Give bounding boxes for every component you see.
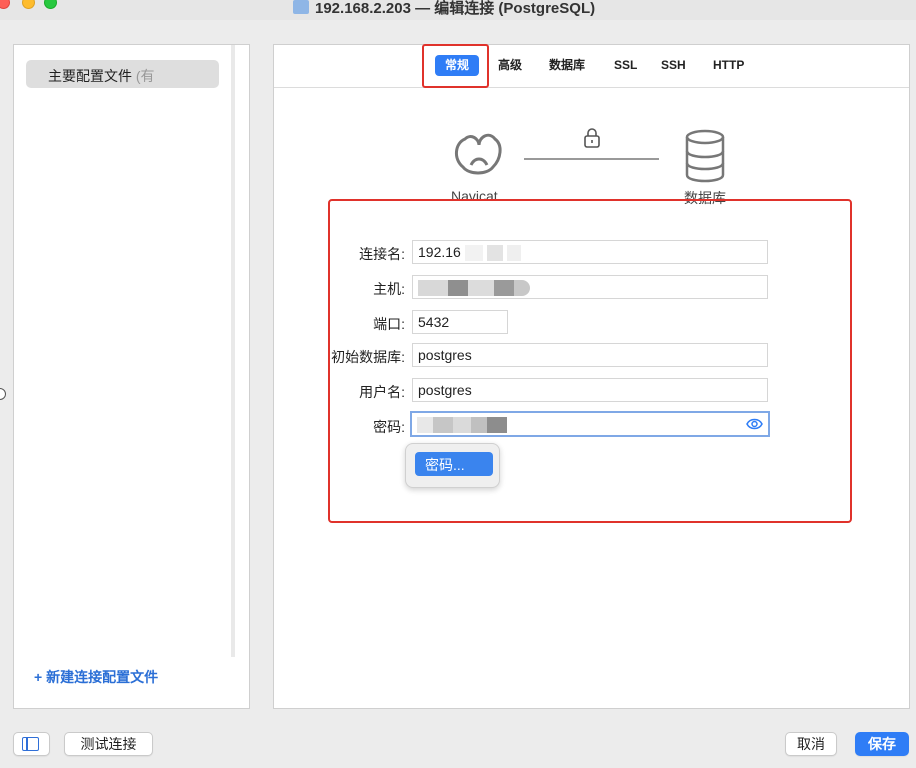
tab-http[interactable]: HTTP bbox=[713, 55, 744, 76]
connection-line bbox=[524, 158, 659, 160]
tab-annotation-box bbox=[422, 44, 489, 88]
sidebar-item-main-profile[interactable]: 主要配置文件 (有 bbox=[26, 60, 219, 88]
test-connection-button[interactable]: 测试连接 bbox=[64, 732, 153, 756]
zoom-window-button[interactable] bbox=[44, 0, 57, 9]
profile-item-label: 主要配置文件 bbox=[48, 68, 132, 84]
postgresql-icon bbox=[293, 0, 309, 14]
minimize-window-button[interactable] bbox=[22, 0, 35, 9]
tab-database[interactable]: 数据库 bbox=[549, 55, 585, 76]
profile-item-suffix: (有 bbox=[135, 68, 155, 84]
toggle-sidebar-button[interactable] bbox=[13, 732, 50, 756]
window-titlebar: 192.168.2.203 — 编辑连接 (PostgreSQL) bbox=[0, 0, 916, 20]
cancel-button[interactable]: 取消 bbox=[785, 732, 837, 756]
tab-ssl[interactable]: SSL bbox=[614, 55, 637, 76]
collapse-handle-icon[interactable] bbox=[0, 388, 6, 400]
sidebar-scrollbar[interactable] bbox=[231, 45, 235, 657]
close-window-button[interactable] bbox=[0, 0, 10, 9]
form-annotation-box bbox=[328, 199, 852, 523]
window-title-text: 192.168.2.203 — 编辑连接 (PostgreSQL) bbox=[315, 0, 596, 17]
new-profile-link[interactable]: + 新建连接配置文件 bbox=[34, 667, 158, 687]
tab-bar: 常规 高级 数据库 SSL SSH HTTP bbox=[274, 45, 909, 88]
tab-ssh[interactable]: SSH bbox=[661, 55, 686, 76]
sidebar-toggle-icon bbox=[22, 737, 39, 751]
lock-icon bbox=[584, 128, 600, 148]
navicat-icon bbox=[455, 133, 502, 175]
profile-sidebar: 主要配置文件 (有 + 新建连接配置文件 bbox=[13, 44, 250, 709]
save-button[interactable]: 保存 bbox=[855, 732, 909, 756]
tab-advanced[interactable]: 高级 bbox=[498, 55, 522, 76]
database-icon bbox=[685, 129, 725, 183]
window-title: 192.168.2.203 — 编辑连接 (PostgreSQL) bbox=[293, 0, 596, 17]
